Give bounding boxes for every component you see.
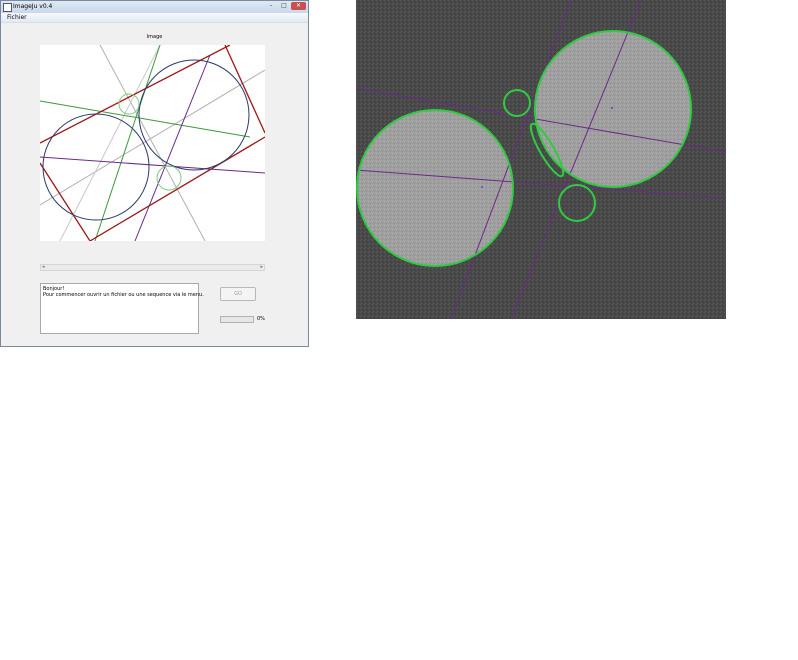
app-icon [3, 3, 12, 12]
microscopy-image [356, 0, 726, 319]
purple-axis-line [40, 156, 265, 174]
image-label: Image [146, 34, 163, 40]
log-line: Pour commencer ouvrir un fichier ou une … [43, 292, 204, 298]
center-marker [481, 186, 483, 188]
window-title: ImageJu v0.4 [13, 3, 53, 10]
navy-circle [42, 113, 150, 221]
menu-bar: Fichier [1, 13, 308, 23]
close-button[interactable]: ✕ [291, 2, 306, 10]
purple-axis-line [134, 54, 211, 241]
scroll-left-icon[interactable]: ◂ [42, 264, 45, 271]
title-bar[interactable]: ImageJu v0.4 – □ ✕ [1, 1, 308, 13]
progress-text: 0% [257, 316, 265, 322]
menu-fichier[interactable]: Fichier [7, 13, 27, 22]
minimize-button[interactable]: – [265, 2, 277, 10]
horizontal-scrollbar[interactable]: ◂ ▸ [40, 264, 265, 271]
geometry-drawing [40, 45, 265, 241]
green-tangent-line [40, 100, 251, 138]
grey-guide-line [99, 45, 206, 241]
red-bound-line [224, 45, 265, 134]
grey-guide-line [40, 69, 265, 206]
grey-guide-line [59, 45, 161, 241]
image-canvas[interactable] [40, 45, 265, 241]
center-marker [611, 107, 613, 109]
green-tangent-line [94, 45, 161, 241]
progress-bar [220, 316, 254, 323]
scroll-right-icon[interactable]: ▸ [260, 264, 263, 271]
app-window: ImageJu v0.4 – □ ✕ Fichier Image ◂ ▸ Bon… [0, 0, 309, 347]
microscopy-overlay [356, 0, 726, 319]
go-button[interactable]: GO [220, 287, 256, 301]
maximize-button[interactable]: □ [278, 2, 290, 10]
log-textarea[interactable]: Bonjour! Pour commencer ouvrir un fichie… [40, 283, 204, 334]
navy-circle [138, 59, 250, 171]
red-bound-line [40, 162, 91, 241]
red-bound-line [89, 136, 265, 241]
